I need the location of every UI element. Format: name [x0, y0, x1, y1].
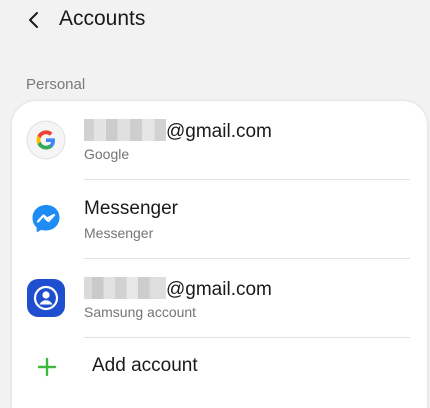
add-account-label: Add account — [92, 355, 198, 376]
messenger-icon — [26, 199, 66, 239]
accounts-card: @gmail.com Google Messenger Messenger @g… — [12, 101, 427, 408]
account-type-label: Samsung account — [84, 304, 197, 320]
account-row-google[interactable]: @gmail.com Google — [12, 101, 427, 179]
app-bar: Accounts — [0, 0, 430, 40]
account-type-label: Messenger — [84, 225, 154, 241]
plus-icon — [37, 357, 57, 377]
email-domain: @gmail.com — [166, 279, 272, 300]
add-account-button[interactable]: Add account — [12, 337, 427, 397]
back-arrow-icon — [29, 12, 38, 28]
google-icon — [26, 120, 66, 160]
back-button[interactable] — [20, 6, 48, 34]
account-name: Messenger — [84, 198, 178, 219]
email-domain: @gmail.com — [166, 121, 272, 142]
page-title: Accounts — [59, 7, 146, 30]
redacted-text — [84, 119, 166, 141]
account-type-label: Google — [84, 146, 130, 162]
account-email: @gmail.com — [84, 119, 272, 143]
account-row-messenger[interactable]: Messenger Messenger — [12, 180, 427, 258]
account-email: @gmail.com — [84, 277, 272, 301]
account-row-samsung[interactable]: @gmail.com Samsung account — [12, 259, 427, 337]
redacted-text — [84, 277, 166, 299]
samsung-account-icon — [26, 278, 66, 318]
section-header-personal: Personal — [26, 76, 86, 93]
